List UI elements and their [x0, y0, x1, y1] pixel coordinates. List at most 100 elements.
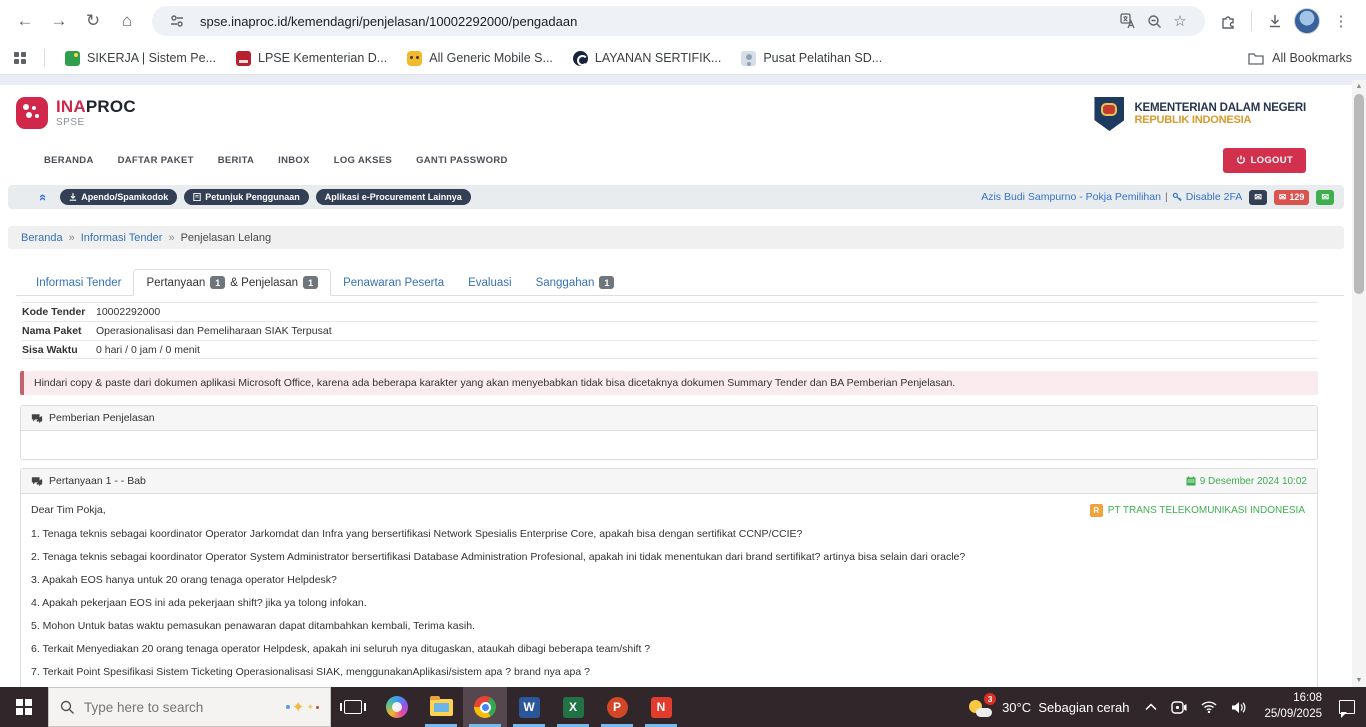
- system-tray: 3 30°C Sebagian cerah 16:08 25/09/2025: [959, 687, 1366, 727]
- tab-sanggahan[interactable]: Sanggahan 1: [524, 270, 627, 295]
- excel-button[interactable]: X: [551, 687, 595, 727]
- task-view-button[interactable]: [331, 687, 375, 727]
- url-bar[interactable]: spse.inaproc.id/kemendagri/penjelasan/10…: [152, 6, 1205, 36]
- reload-button[interactable]: ↻: [78, 6, 108, 36]
- home-button[interactable]: ⌂: [112, 6, 142, 36]
- ministry-block: KEMENTERIAN DALAM NEGERI REPUBLIK INDONE…: [1094, 97, 1306, 131]
- word-button[interactable]: W: [507, 687, 551, 727]
- bookmark-generic-mobile[interactable]: All Generic Mobile S...: [401, 48, 559, 69]
- translate-icon[interactable]: [1115, 8, 1141, 34]
- inbox-badge[interactable]: ✉: [1249, 189, 1267, 205]
- bookmark-layanan[interactable]: LAYANAN SERTIFIK...: [567, 48, 727, 69]
- nav-berita[interactable]: BERITA: [208, 149, 264, 172]
- disable-2fa-link[interactable]: Disable 2FA: [1186, 191, 1243, 203]
- nav-ganti-password[interactable]: GANTI PASSWORD: [406, 149, 518, 172]
- chat-icon: [31, 476, 43, 486]
- key-icon: [1172, 192, 1182, 202]
- scrollbar-thumb[interactable]: [1354, 94, 1364, 294]
- tender-info-table: Kode Tender 10002292000 Nama Paket Opera…: [22, 302, 1318, 359]
- meet-now-button[interactable]: [1164, 687, 1194, 727]
- table-row: Kode Tender 10002292000: [22, 302, 1318, 321]
- taskbar-search[interactable]: ✦✦: [48, 687, 331, 727]
- generic-mobile-favicon: [407, 50, 423, 66]
- star-glyph: ☆: [1173, 13, 1187, 30]
- user-name-link[interactable]: Azis Budi Sampurno - Pokja Pemilihan: [981, 191, 1161, 203]
- meet-now-icon: [1171, 700, 1187, 714]
- page-scrollbar[interactable]: ▲ ▼: [1352, 80, 1366, 687]
- taskbar-clock[interactable]: 16:08 25/09/2025: [1254, 691, 1332, 722]
- browser-toolbar: ← → ↻ ⌂ spse.inaproc.id/kemendagri/penje…: [0, 0, 1366, 42]
- collapse-icon[interactable]: «: [36, 193, 51, 200]
- back-button[interactable]: ←: [10, 6, 40, 36]
- nitro-pdf-button[interactable]: N: [639, 687, 683, 727]
- penjelasan-count-badge: 1: [303, 276, 319, 289]
- nav-beranda[interactable]: BERANDA: [34, 149, 104, 172]
- logout-button[interactable]: LOGOUT: [1222, 147, 1306, 173]
- question-line: 2. Tenaga teknis sebagai koordinator Ope…: [31, 551, 966, 563]
- apendo-badge[interactable]: Apendo/Spamkodok: [60, 189, 178, 205]
- extensions-icon[interactable]: [1215, 8, 1241, 34]
- zoom-out-icon[interactable]: [1141, 8, 1167, 34]
- browser-menu-button[interactable]: ⋮: [1326, 6, 1356, 36]
- weather-temp: 30°C: [1002, 699, 1032, 715]
- toolbar-right: ⋮: [1215, 6, 1356, 36]
- bookmark-label: LPSE Kementerian D...: [258, 51, 388, 65]
- breadcrumb-beranda[interactable]: Beranda: [21, 232, 63, 244]
- nav-daftar-paket[interactable]: DAFTAR PAKET: [108, 149, 204, 172]
- tab-label: & Penjelasan: [230, 276, 299, 289]
- breadcrumb-separator: »: [68, 231, 75, 244]
- green-mail-badge[interactable]: ✉: [1316, 189, 1334, 205]
- home-icon: ⌂: [121, 11, 133, 30]
- bookmark-lpse[interactable]: LPSE Kementerian D...: [230, 48, 393, 69]
- apps-grid-icon[interactable]: [14, 52, 26, 64]
- bookmarks-separator: [44, 49, 45, 67]
- profile-avatar[interactable]: [1294, 8, 1320, 34]
- nav-log-akses[interactable]: LOG AKSES: [324, 149, 402, 172]
- bookmark-sikerja[interactable]: SIKERJA | Sistem Pe...: [59, 48, 222, 69]
- tab-pertanyaan-penjelasan[interactable]: Pertanyaan 1 & Penjelasan 1: [133, 269, 332, 296]
- breadcrumb: Beranda » Informasi Tender » Penjelasan …: [8, 226, 1344, 249]
- inaproc-logo[interactable]: INAPROC SPSE: [16, 97, 136, 129]
- file-explorer-button[interactable]: [419, 687, 463, 727]
- bookmark-label: Pusat Pelatihan SD...: [763, 51, 883, 65]
- tab-informasi-tender[interactable]: Informasi Tender: [24, 271, 133, 295]
- unread-mail-badge[interactable]: ✉ 129: [1273, 189, 1310, 205]
- webpage: INAPROC SPSE KEMENTERIAN DALAM NEGERI RE…: [0, 85, 1366, 687]
- bookmark-label: LAYANAN SERTIFIK...: [594, 51, 722, 65]
- chrome-button[interactable]: [463, 687, 507, 727]
- table-row: Sisa Waktu 0 hari / 0 jam / 0 menit: [22, 340, 1318, 359]
- powerpoint-button[interactable]: P: [595, 687, 639, 727]
- forward-button[interactable]: →: [44, 6, 74, 36]
- volume-button[interactable]: [1224, 687, 1254, 727]
- scroll-up-arrow[interactable]: ▲: [1352, 80, 1366, 93]
- eproc-apps-badge[interactable]: Aplikasi e-Procurement Lainnya: [315, 189, 471, 205]
- row-label: Sisa Waktu: [22, 343, 78, 356]
- search-input[interactable]: [84, 699, 277, 715]
- site-info-icon[interactable]: [164, 8, 190, 34]
- breadcrumb-separator: »: [168, 231, 175, 244]
- nav-inbox[interactable]: INBOX: [268, 149, 320, 172]
- tab-penawaran-peserta[interactable]: Penawaran Peserta: [331, 271, 456, 295]
- tab-label: Pertanyaan: [146, 276, 206, 289]
- url-text[interactable]: spse.inaproc.id/kemendagri/penjelasan/10…: [200, 14, 1115, 29]
- bookmark-star-icon[interactable]: ☆: [1167, 8, 1193, 34]
- wifi-button[interactable]: [1194, 687, 1224, 727]
- petunjuk-badge[interactable]: Petunjuk Penggunaan: [184, 189, 309, 205]
- question-line: 1. Tenaga teknis sebagai koordinator Ope…: [31, 528, 803, 540]
- copilot-button[interactable]: [375, 687, 419, 727]
- bookmark-pusat-pelatihan[interactable]: Pusat Pelatihan SD...: [735, 48, 888, 69]
- start-button[interactable]: [0, 687, 48, 727]
- breadcrumb-informasi-tender[interactable]: Informasi Tender: [81, 232, 163, 244]
- action-center-button[interactable]: [1332, 687, 1362, 727]
- screen: ← → ↻ ⌂ spse.inaproc.id/kemendagri/penje…: [0, 0, 1366, 727]
- downloads-icon[interactable]: [1262, 8, 1288, 34]
- site-header: INAPROC SPSE KEMENTERIAN DALAM NEGERI RE…: [0, 85, 1352, 143]
- download-badge-icon: [70, 193, 77, 201]
- all-bookmarks-button[interactable]: All Bookmarks: [1248, 51, 1352, 65]
- layanan-favicon: [572, 50, 588, 66]
- tab-evaluasi[interactable]: Evaluasi: [456, 271, 523, 295]
- brand-name: INAPROC: [56, 97, 136, 116]
- scroll-down-arrow[interactable]: ▼: [1352, 674, 1366, 687]
- weather-widget[interactable]: 3 30°C Sebagian cerah: [959, 693, 1138, 719]
- tray-expand-button[interactable]: [1138, 687, 1164, 727]
